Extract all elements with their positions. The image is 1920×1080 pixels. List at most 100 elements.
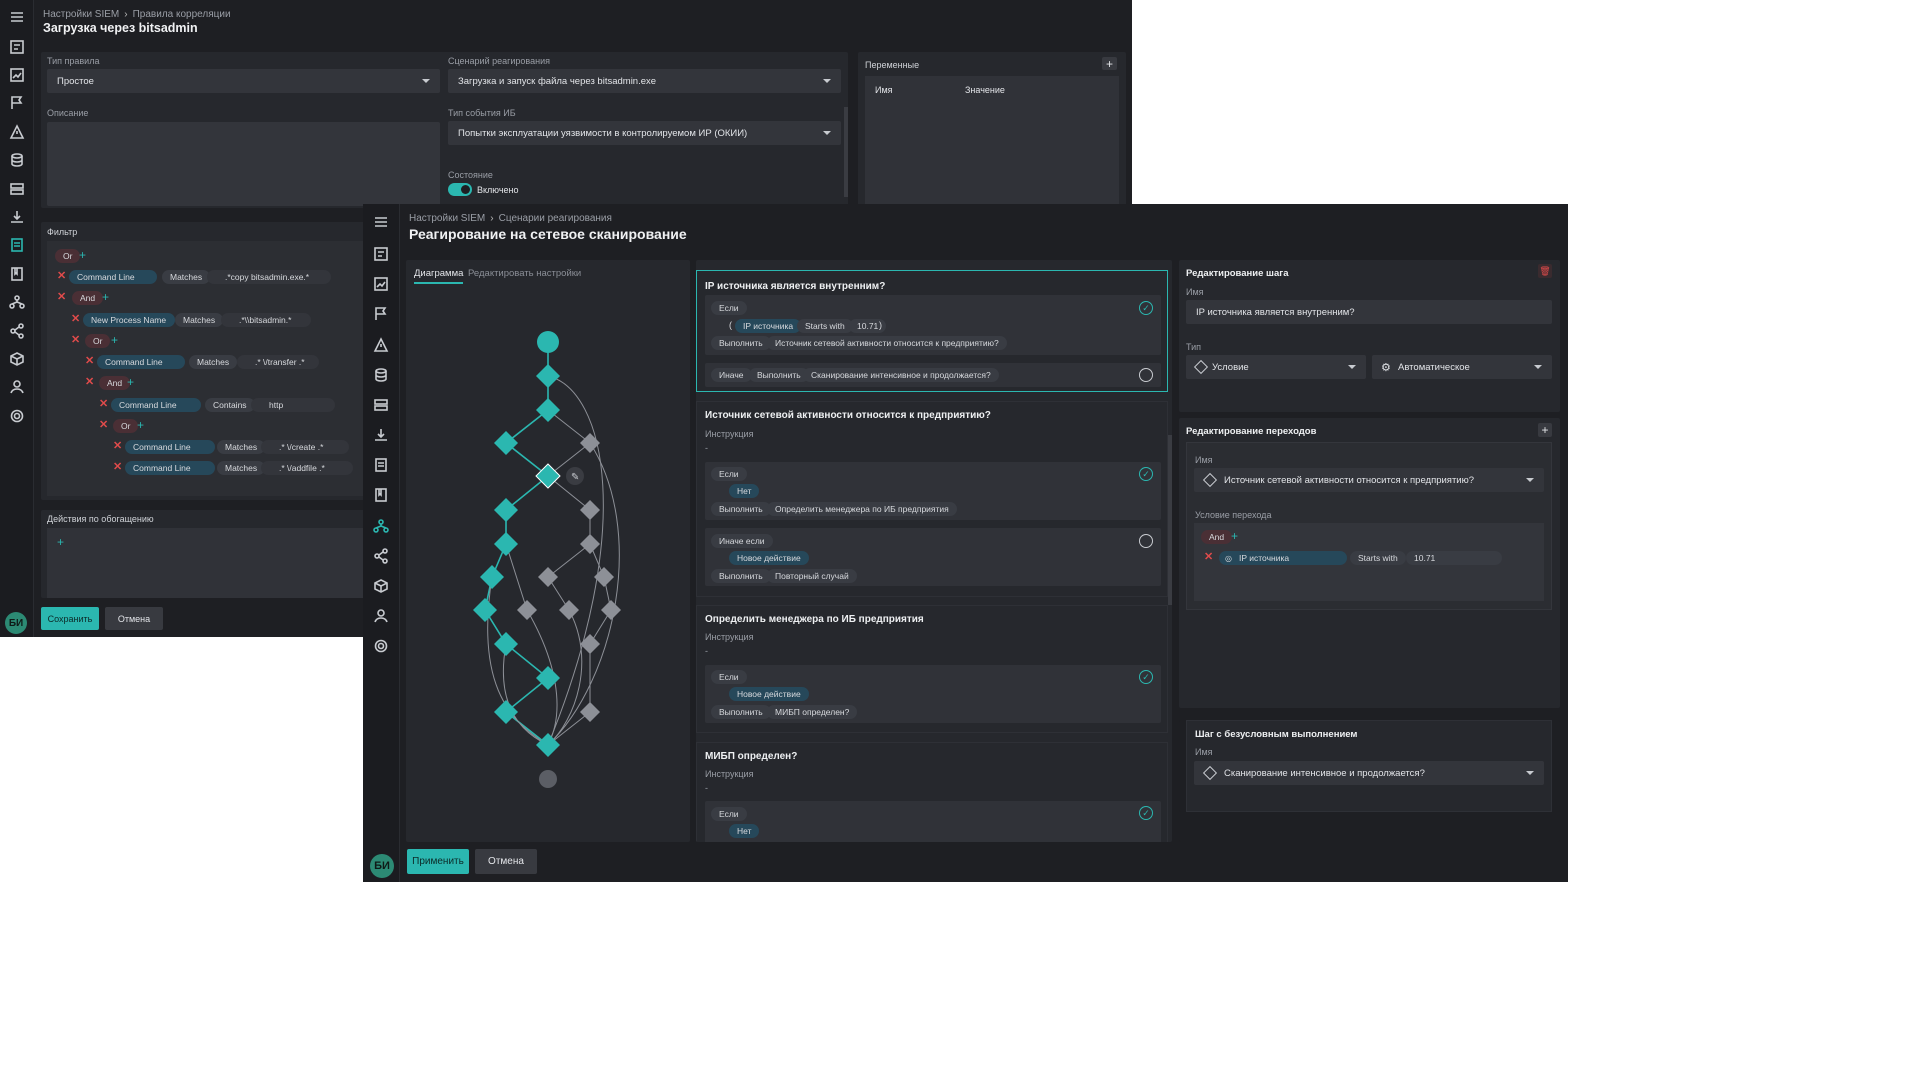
value-chip[interactable]: .*\\bitsadmin.* bbox=[221, 313, 311, 327]
condition-chip[interactable]: Нет bbox=[729, 484, 760, 498]
transition-target-select[interactable]: Источник сетевой активности относится к … bbox=[1194, 468, 1544, 492]
settings-icon[interactable] bbox=[0, 405, 33, 427]
field-chip[interactable]: Command Line bbox=[111, 398, 201, 412]
event-type-select[interactable]: Попытки эксплуатации уязвимости в контро… bbox=[448, 121, 841, 145]
tab-edit-settings[interactable]: Редактировать настройки bbox=[468, 268, 581, 279]
add-condition-icon[interactable]: + bbox=[79, 248, 86, 262]
remove-icon[interactable]: ✕ bbox=[113, 439, 122, 452]
scrollbar[interactable] bbox=[844, 107, 848, 197]
remove-icon[interactable]: ✕ bbox=[99, 397, 108, 410]
unconditional-step-select[interactable]: Сканирование интенсивное и продолжается? bbox=[1194, 761, 1544, 785]
condition-chip[interactable]: Новое действие bbox=[729, 687, 809, 701]
step-card[interactable]: Определить менеджера по ИБ предприятия И… bbox=[696, 605, 1168, 733]
remove-icon[interactable]: ✕ bbox=[57, 269, 66, 282]
book-icon[interactable] bbox=[363, 484, 399, 506]
rule-type-select[interactable]: Простое bbox=[47, 69, 440, 93]
value-chip[interactable]: 10.71 bbox=[1406, 551, 1502, 565]
field-chip[interactable]: Command Line bbox=[97, 355, 185, 369]
breadcrumb-item[interactable]: Настройки SIEM bbox=[43, 9, 119, 20]
description-textarea[interactable] bbox=[47, 122, 440, 206]
step-name-input[interactable]: IP источника является внутренним? bbox=[1186, 300, 1552, 324]
operator-chip[interactable]: Matches bbox=[189, 355, 238, 369]
radio-icon[interactable] bbox=[1139, 368, 1153, 382]
operator-chip[interactable]: Matches bbox=[217, 440, 266, 454]
menu-icon[interactable] bbox=[0, 6, 33, 28]
remove-icon[interactable]: ✕ bbox=[113, 460, 122, 473]
alert-icon[interactable] bbox=[363, 334, 399, 356]
op-chip[interactable]: And bbox=[1201, 530, 1233, 544]
field-chip[interactable]: ◎ IP источника bbox=[1219, 551, 1347, 565]
value-chip[interactable]: http bbox=[251, 398, 335, 412]
add-variable-button[interactable]: + bbox=[1102, 57, 1117, 71]
database-icon[interactable] bbox=[0, 149, 33, 171]
step-type-select[interactable]: Условие bbox=[1186, 355, 1366, 379]
share-icon[interactable] bbox=[0, 320, 33, 342]
remove-icon[interactable]: ✕ bbox=[57, 290, 66, 303]
breadcrumb-item[interactable]: Настройки SIEM bbox=[409, 213, 485, 224]
user-icon[interactable] bbox=[0, 376, 33, 398]
step-card[interactable]: IP источника является внутренним? Если ✓… bbox=[696, 270, 1168, 392]
dashboard-icon[interactable] bbox=[363, 243, 399, 265]
op-chip[interactable]: And bbox=[72, 291, 104, 305]
check-icon[interactable]: ✓ bbox=[1139, 301, 1153, 315]
step-card[interactable]: Источник сетевой активности относится к … bbox=[696, 401, 1168, 597]
condition-chip[interactable]: Нет bbox=[729, 824, 760, 838]
value-chip[interactable]: .* \/create .* bbox=[261, 440, 349, 454]
field-chip[interactable]: Command Line bbox=[125, 440, 215, 454]
remove-icon[interactable]: ✕ bbox=[1204, 550, 1213, 563]
target-step-chip[interactable]: Сканирование интенсивное и продолжается? bbox=[803, 368, 999, 382]
cube-icon[interactable] bbox=[0, 348, 33, 370]
remove-icon[interactable]: ✕ bbox=[99, 418, 108, 431]
state-toggle[interactable] bbox=[448, 183, 472, 196]
field-chip[interactable]: Command Line bbox=[125, 461, 215, 475]
check-icon[interactable]: ✓ bbox=[1139, 670, 1153, 684]
remove-icon[interactable]: ✕ bbox=[71, 312, 80, 325]
settings-icon[interactable] bbox=[363, 635, 399, 657]
field-chip[interactable]: Command Line bbox=[69, 270, 157, 284]
step-mode-select[interactable]: ⚙ Автоматическое bbox=[1372, 355, 1552, 379]
save-button[interactable]: Сохранить bbox=[41, 607, 99, 630]
download-icon[interactable] bbox=[363, 424, 399, 446]
server-icon[interactable] bbox=[363, 394, 399, 416]
check-icon[interactable]: ✓ bbox=[1139, 467, 1153, 481]
remove-icon[interactable]: ✕ bbox=[85, 354, 94, 367]
operator-chip[interactable]: Contains bbox=[205, 398, 255, 412]
step-card[interactable]: МИБП определен? Инструкция - Если ✓ Нет bbox=[696, 742, 1168, 842]
operator-chip[interactable]: Matches bbox=[162, 270, 211, 284]
add-enrichment-icon[interactable]: + bbox=[57, 535, 64, 549]
target-step-chip[interactable]: Определить менеджера по ИБ предприятия bbox=[767, 502, 957, 516]
dashboard-icon[interactable] bbox=[0, 36, 33, 58]
add-condition-icon[interactable]: + bbox=[137, 418, 144, 432]
user-avatar[interactable]: БИ bbox=[5, 612, 27, 634]
add-condition-icon[interactable]: + bbox=[1231, 529, 1238, 543]
operator-chip[interactable]: Matches bbox=[175, 313, 224, 327]
operator-chip[interactable]: Matches bbox=[217, 461, 266, 475]
chart-icon[interactable] bbox=[0, 64, 33, 86]
field-chip[interactable]: New Process Name bbox=[83, 313, 175, 327]
rules-icon[interactable] bbox=[363, 454, 399, 476]
operator-chip[interactable]: Starts with bbox=[797, 319, 853, 333]
value-chip[interactable]: .* \/transfer .* bbox=[237, 355, 319, 369]
value-chip[interactable]: .*copy bitsadmin.exe.* bbox=[207, 270, 331, 284]
value-chip[interactable]: .* \/addfile .* bbox=[261, 461, 353, 475]
rules-icon[interactable] bbox=[0, 234, 33, 256]
remove-icon[interactable]: ✕ bbox=[85, 375, 94, 388]
chart-icon[interactable] bbox=[363, 273, 399, 295]
flag-icon[interactable] bbox=[363, 303, 399, 325]
delete-step-button[interactable]: 🗑 bbox=[1538, 264, 1552, 278]
hierarchy-icon[interactable] bbox=[0, 291, 33, 313]
op-chip[interactable]: Or bbox=[113, 419, 139, 433]
add-condition-icon[interactable]: + bbox=[102, 290, 109, 304]
book-icon[interactable] bbox=[0, 263, 33, 285]
apply-button[interactable]: Применить bbox=[407, 849, 469, 874]
target-step-chip[interactable]: Источник сетевой активности относится к … bbox=[767, 336, 1007, 350]
condition-chip[interactable]: Новое действие bbox=[729, 551, 809, 565]
database-icon[interactable] bbox=[363, 364, 399, 386]
op-chip[interactable]: And bbox=[99, 376, 131, 390]
user-avatar[interactable]: БИ bbox=[370, 854, 394, 878]
op-chip[interactable]: Or bbox=[55, 249, 81, 263]
add-transition-button[interactable]: + bbox=[1538, 423, 1552, 437]
cube-icon[interactable] bbox=[363, 575, 399, 597]
scenario-flow-diagram[interactable]: ✎ bbox=[406, 280, 690, 840]
share-icon[interactable] bbox=[363, 545, 399, 567]
